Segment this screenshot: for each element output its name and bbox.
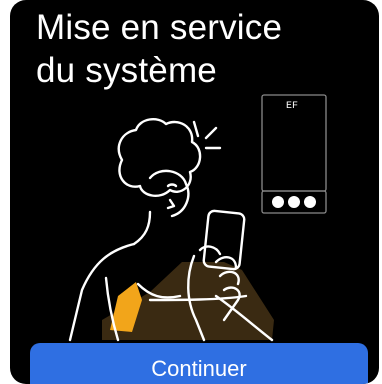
wall-battery-icon: [261, 94, 327, 214]
device-brand-mark: EF: [286, 101, 298, 112]
setup-card: Mise en service du système EF Continuer: [0, 0, 382, 384]
person-holding-phone-illustration: EF: [68, 94, 327, 342]
setup-screen: Mise en service du système EF Continuer: [10, 0, 379, 384]
continue-button[interactable]: Continuer: [30, 343, 368, 384]
